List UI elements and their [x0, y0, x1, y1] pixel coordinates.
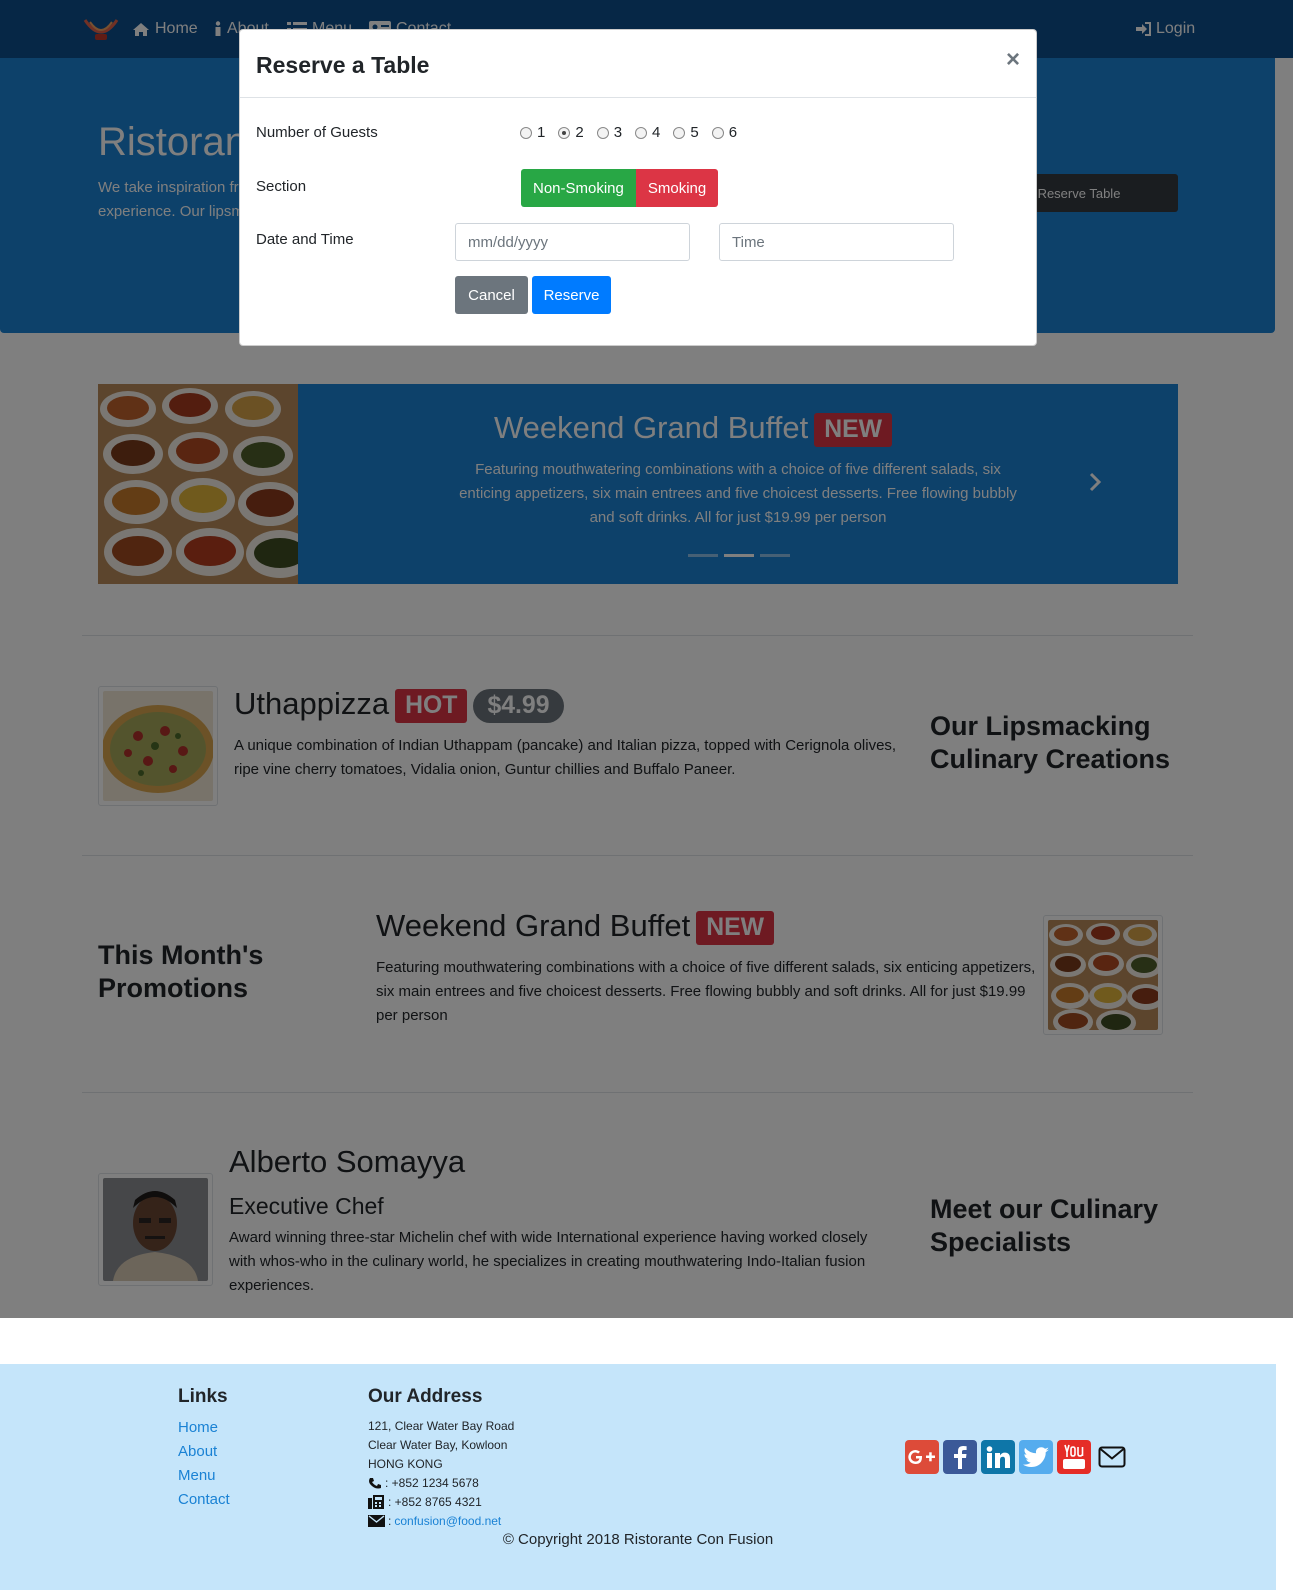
radio-dot[interactable]: [558, 126, 571, 139]
twitter-glyph: [1023, 1446, 1049, 1467]
copyright: © Copyright 2018 Ristorante Con Fusion: [502, 1531, 774, 1548]
footer-links-heading: Links: [178, 1386, 228, 1407]
modal-title: Reserve a Table: [256, 52, 430, 78]
footer-link-home[interactable]: Home: [178, 1419, 218, 1436]
phone-line: : +852 1234 5678: [368, 1476, 479, 1490]
section-toggle-group: Non-Smoking Smoking: [521, 169, 719, 207]
guests-radio-3[interactable]: 3: [596, 124, 623, 141]
address-line-2: Clear Water Bay, Kowloon: [368, 1438, 507, 1452]
radio-dot[interactable]: [520, 126, 532, 139]
facebook-icon[interactable]: [943, 1440, 977, 1474]
google-plus-icon[interactable]: [905, 1440, 939, 1474]
fax-line: : +852 8765 4321: [368, 1495, 482, 1509]
address-line-3: HONG KONG: [368, 1457, 443, 1471]
fax-icon: [368, 1495, 384, 1509]
phone-icon: [369, 1477, 381, 1488]
address-line-1-text: 121, Clear Water Bay Road: [368, 1419, 515, 1433]
guests-radio-2[interactable]: 2: [558, 124, 584, 141]
social-links: [905, 1440, 1129, 1474]
phone-text: : +852 1234 5678: [385, 1476, 479, 1490]
address-line-3-text: HONG KONG: [368, 1457, 443, 1471]
guests-radio-group: 1 2 3 4 5 6: [520, 124, 737, 141]
email-prefix: :: [388, 1514, 392, 1528]
youtube-glyph: [1063, 1444, 1085, 1469]
guests-radio-5[interactable]: 5: [673, 124, 699, 141]
guests-label: Number of Guests: [256, 124, 378, 141]
guests-radio-1[interactable]: 1: [520, 124, 545, 141]
footer-address-heading: Our Address: [368, 1386, 483, 1407]
radio-dot[interactable]: [596, 126, 609, 139]
date-input[interactable]: mm/dd/yyyy: [455, 223, 690, 261]
modal-header-divider: [240, 97, 1036, 98]
non-smoking-button[interactable]: Non-Smoking: [521, 169, 636, 207]
guests-radio-label: 2: [575, 124, 584, 141]
google-plus-glyph: [908, 1450, 935, 1465]
envelope-icon: [1098, 1446, 1126, 1468]
footer-link-contact[interactable]: Contact: [178, 1491, 230, 1508]
radio-dot[interactable]: [711, 126, 724, 139]
reserve-button[interactable]: Reserve: [532, 276, 611, 314]
youtube-icon[interactable]: [1057, 1440, 1091, 1474]
guests-radio-label: 5: [690, 124, 699, 141]
datetime-label: Date and Time: [256, 231, 354, 248]
radio-dot[interactable]: [635, 126, 648, 139]
footer-link-about[interactable]: About: [178, 1443, 217, 1460]
linkedin-icon[interactable]: [981, 1440, 1015, 1474]
close-icon[interactable]: ×: [1006, 48, 1020, 72]
email-line: : confusion@food.net: [368, 1514, 501, 1528]
cancel-button[interactable]: Cancel: [455, 276, 528, 314]
section-label: Section: [256, 178, 307, 195]
smoking-button[interactable]: Smoking: [635, 169, 719, 207]
guests-radio-label: 1: [537, 124, 546, 141]
guests-radio-label: 6: [728, 124, 738, 141]
footer-link-menu[interactable]: Menu: [178, 1467, 216, 1484]
envelope-icon: [368, 1515, 385, 1527]
radio-dot[interactable]: [673, 126, 686, 139]
mail-link[interactable]: [1095, 1440, 1129, 1474]
address-line-2-text: Clear Water Bay, Kowloon: [368, 1438, 508, 1452]
reserve-table-modal: Reserve a Table × Number of Guests 1 2 3 4 5…: [239, 29, 1037, 346]
facebook-glyph: [954, 1446, 967, 1469]
email-link[interactable]: confusion@food.net: [394, 1514, 501, 1528]
guests-radio-6[interactable]: 6: [711, 124, 738, 141]
fax-text: : +852 8765 4321: [388, 1495, 482, 1509]
guests-radio-4[interactable]: 4: [635, 124, 660, 141]
twitter-icon[interactable]: [1019, 1440, 1053, 1474]
linkedin-glyph: [986, 1446, 1010, 1468]
guests-radio-label: 4: [652, 124, 661, 141]
time-input[interactable]: Time: [719, 223, 954, 261]
address-line-1: 121, Clear Water Bay Road: [368, 1419, 514, 1433]
guests-radio-label: 3: [613, 124, 623, 141]
